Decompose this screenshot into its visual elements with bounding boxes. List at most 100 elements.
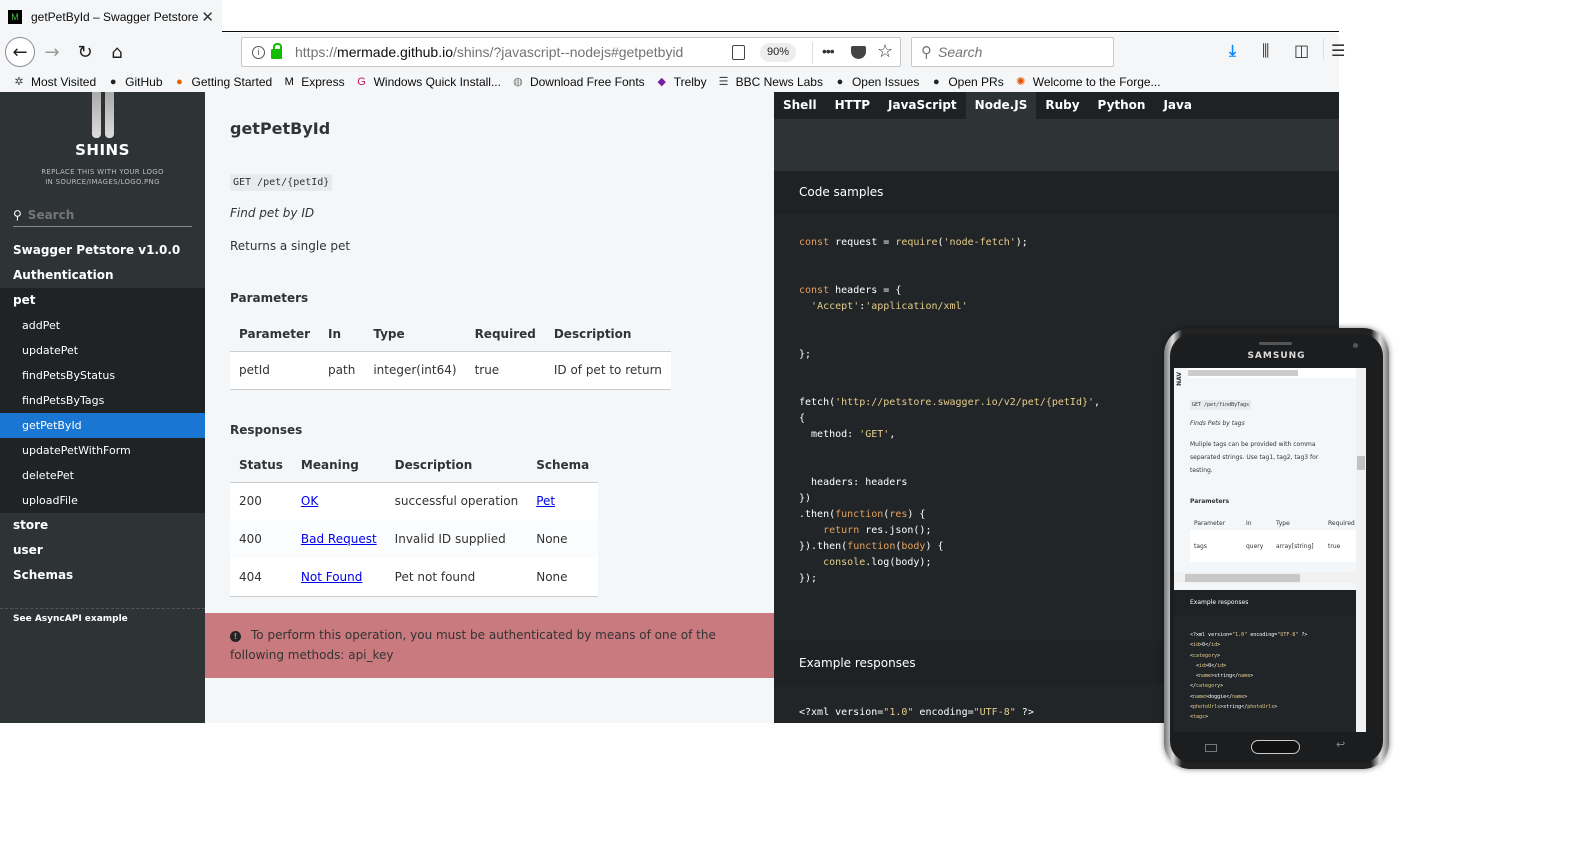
column-header: In bbox=[1246, 519, 1252, 527]
schema-cell: Pet bbox=[527, 482, 599, 520]
bookmark-label: Trelby bbox=[673, 74, 707, 89]
reader-view-icon[interactable] bbox=[732, 45, 745, 60]
tab-node-js[interactable]: Node.JS bbox=[965, 92, 1037, 119]
column-header: Type bbox=[1276, 519, 1290, 527]
toc-item-uploadfile[interactable]: uploadFile bbox=[0, 488, 205, 513]
column-header: Schema bbox=[527, 448, 599, 483]
table-header-row: Status Meaning Description Schema bbox=[230, 448, 599, 483]
toc-item-getpetbyid[interactable]: getPetById bbox=[0, 413, 205, 438]
endpoint-path: GET /pet/{petId} bbox=[230, 174, 333, 191]
home-button[interactable]: ⌂ bbox=[102, 37, 132, 67]
sidebar-toggle-icon[interactable]: ◫ bbox=[1294, 41, 1309, 60]
sidebar-search-input[interactable] bbox=[27, 208, 178, 222]
status-cell: 200 bbox=[230, 482, 292, 520]
search-input[interactable] bbox=[938, 44, 1098, 60]
close-tab-icon[interactable]: ✕ bbox=[201, 8, 214, 26]
scrollbar-thumb[interactable] bbox=[1188, 370, 1298, 376]
bookmark-item[interactable]: ✲ Most Visited bbox=[12, 75, 96, 89]
main-content: getPetById GET /pet/{petId} Find pet by … bbox=[205, 92, 774, 723]
bookmark-item[interactable]: ● Open Issues bbox=[833, 75, 920, 89]
meaning-link[interactable]: OK bbox=[301, 494, 318, 508]
tab-http[interactable]: HTTP bbox=[826, 92, 879, 119]
browser-tab[interactable]: M getPetById – Swagger Petstore v ✕ bbox=[0, 0, 222, 33]
zoom-level-badge[interactable]: 90% bbox=[760, 43, 797, 62]
toc-item-authentication[interactable]: Authentication bbox=[0, 263, 205, 288]
toc-item-updatepetwithform[interactable]: updatePetWithForm bbox=[0, 438, 205, 463]
tab-ruby[interactable]: Ruby bbox=[1036, 92, 1088, 119]
column-header: Description bbox=[544, 317, 671, 352]
globe-icon: ◍ bbox=[513, 76, 523, 88]
back-button[interactable]: ← bbox=[5, 37, 35, 67]
horizontal-scrollbar[interactable] bbox=[1174, 572, 1356, 583]
sidebar-search[interactable]: ⚲ bbox=[13, 204, 192, 227]
scrollbar-thumb[interactable] bbox=[1357, 456, 1365, 470]
toc-item-deletepet[interactable]: deletePet bbox=[0, 463, 205, 488]
address-bar[interactable]: i https://mermade.github.io/shins/?javas… bbox=[241, 37, 901, 67]
menu-icon[interactable]: ☰ bbox=[1331, 41, 1345, 60]
bookmark-star-icon[interactable]: ☆ bbox=[877, 41, 893, 62]
search-bar[interactable]: ⚲ bbox=[911, 37, 1114, 67]
table-row: petId path integer(int64) true ID of pet to … bbox=[230, 351, 671, 390]
phone-home-button[interactable] bbox=[1251, 740, 1300, 754]
bookmarks-toolbar: ✲ Most Visited ● GitHub ● Getting Started M Exp… bbox=[0, 71, 1339, 92]
bookmark-item[interactable]: M Express bbox=[282, 75, 345, 89]
mobile-nav-toggle[interactable]: NAV bbox=[1176, 372, 1183, 386]
firefox-icon: ● bbox=[176, 75, 183, 88]
table-header-row: Parameter In Type Required Description bbox=[230, 317, 671, 352]
bookmark-item[interactable]: ☰ BBC News Labs bbox=[717, 75, 823, 89]
toc-item-findpetsbystatus[interactable]: findPetsByStatus bbox=[0, 363, 205, 388]
shins-logo-image bbox=[88, 92, 118, 140]
toc-item-updatepet[interactable]: updatePet bbox=[0, 338, 205, 363]
url-host: mermade.github.io bbox=[337, 44, 453, 60]
trelby-icon: ◆ bbox=[657, 76, 666, 88]
nav-toolbar: ← → ↻ ⌂ i https://mermade.github.io/shin… bbox=[0, 33, 1345, 71]
bookmark-item[interactable]: ● Open PRs bbox=[929, 75, 1004, 89]
toc-item-addpet[interactable]: addPet bbox=[0, 313, 205, 338]
forward-button[interactable]: → bbox=[37, 37, 67, 67]
bookmark-item[interactable]: ◆ Trelby bbox=[655, 74, 707, 89]
meaning-link[interactable]: Bad Request bbox=[301, 532, 377, 546]
column-header: In bbox=[319, 317, 365, 352]
tab-python[interactable]: Python bbox=[1089, 92, 1155, 119]
meaning-link[interactable]: Not Found bbox=[301, 570, 362, 584]
column-header: Required bbox=[1328, 519, 1355, 527]
toc-item-swagger-petstore-v1-0-0[interactable]: Swagger Petstore v1.0.0 bbox=[0, 238, 205, 263]
column-header: Meaning bbox=[291, 448, 386, 483]
scrollbar-thumb[interactable] bbox=[1185, 574, 1300, 582]
tab-javascript[interactable]: JavaScript bbox=[879, 92, 966, 119]
tab-java[interactable]: Java bbox=[1154, 92, 1200, 119]
express-icon: M bbox=[284, 75, 294, 88]
phone-back-button[interactable]: ↩ bbox=[1336, 738, 1345, 751]
logo-subtitle-line-1: REPLACE THIS WITH YOUR LOGO bbox=[41, 168, 164, 176]
meaning-cell: OK bbox=[291, 482, 386, 520]
schema-cell: None bbox=[527, 520, 599, 558]
reload-button[interactable]: ↻ bbox=[70, 37, 100, 67]
rss-icon: ☰ bbox=[718, 76, 729, 88]
table-cell: tags bbox=[1194, 542, 1207, 550]
tab-shell[interactable]: Shell bbox=[774, 92, 826, 119]
download-icon[interactable]: ⤓ bbox=[1229, 41, 1236, 61]
table-row: 400 Bad Request Invalid ID supplied None bbox=[230, 520, 599, 558]
bookmark-item[interactable]: ◍ Download Free Fonts bbox=[511, 75, 645, 89]
bookmark-item[interactable]: G Windows Quick Install... bbox=[355, 75, 501, 89]
toc-item-store[interactable]: store bbox=[0, 513, 205, 538]
page-actions-icon[interactable]: ••• bbox=[822, 43, 835, 59]
logo-name: SHINS bbox=[75, 141, 130, 159]
bookmark-item[interactable]: ✺ Welcome to the Forge... bbox=[1014, 75, 1160, 89]
toc-item-schemas[interactable]: Schemas bbox=[0, 563, 205, 588]
recent-apps-button[interactable] bbox=[1205, 744, 1217, 752]
vertical-scrollbar[interactable] bbox=[1356, 368, 1366, 732]
url-text[interactable]: https://mermade.github.io/shins/?javascr… bbox=[295, 44, 683, 60]
asyncapi-example-link[interactable]: See AsyncAPI example bbox=[13, 614, 128, 624]
site-info-icon[interactable]: i bbox=[252, 45, 265, 59]
bookmark-item[interactable]: ● GitHub bbox=[106, 75, 163, 89]
toc-item-findpetsbytags[interactable]: findPetsByTags bbox=[0, 388, 205, 413]
bookmark-item[interactable]: ● Getting Started bbox=[173, 75, 272, 89]
toc-item-user[interactable]: user bbox=[0, 538, 205, 563]
toc-item-pet[interactable]: pet bbox=[0, 288, 205, 313]
schema-link[interactable]: Pet bbox=[536, 494, 555, 508]
library-icon[interactable]: ⫼ bbox=[1262, 41, 1269, 61]
horizontal-scrollbar-top[interactable] bbox=[1188, 368, 1356, 378]
pocket-icon[interactable] bbox=[851, 46, 866, 59]
search-icon: ⚲ bbox=[921, 43, 932, 61]
